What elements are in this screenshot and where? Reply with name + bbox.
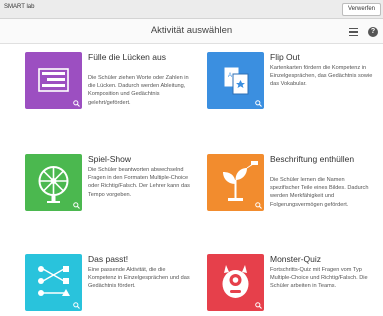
help-icon[interactable]: ?	[368, 27, 378, 37]
game-wheel-icon[interactable]	[25, 154, 82, 211]
matching-icon[interactable]	[25, 254, 82, 311]
labelled-plant-icon[interactable]	[207, 154, 264, 211]
hamburger-menu-icon[interactable]	[349, 28, 358, 38]
activity-card-fill-blanks[interactable]: Fülle die Lücken aus Die Schüler ziehen …	[25, 52, 195, 144]
activity-description: Kartenkarten fördern die Kompetenz in Ei…	[270, 65, 373, 88]
discard-button[interactable]: Verwerfen	[341, 3, 381, 16]
activity-grid: Fülle die Lücken aus Die Schüler ziehen …	[0, 44, 383, 311]
zoom-icon[interactable]	[255, 100, 262, 107]
activity-title: Spiel-Show	[88, 154, 131, 164]
activity-description: Die Schüler beantworten abwechselnd Frag…	[88, 167, 190, 198]
zoom-icon[interactable]	[255, 302, 262, 309]
fill-blanks-icon[interactable]	[25, 52, 82, 109]
activity-description: Die Schüler lernen die Namen spezifische…	[270, 177, 369, 208]
app-name: SMART lab	[4, 4, 35, 10]
activity-description: Eine passende Aktivität, die die Kompete…	[88, 267, 190, 290]
activity-description: Fortschritts-Quiz mit Fragen vom Typ Mul…	[270, 267, 368, 290]
activity-title: Beschriftung enthüllen	[270, 154, 355, 164]
zoom-icon[interactable]	[255, 202, 262, 209]
activity-title: Monster-Quiz	[270, 254, 322, 264]
activity-card-label-reveal[interactable]: Beschriftung enthüllen Die Schüler lerne…	[207, 154, 377, 244]
activity-title: Fülle die Lücken aus	[88, 52, 166, 62]
zoom-icon[interactable]	[73, 100, 80, 107]
activity-description: Die Schüler ziehen Worte oder Zahlen in …	[88, 75, 189, 106]
flashcards-icon[interactable]: A	[207, 52, 264, 109]
activity-title: Flip Out	[270, 52, 300, 62]
activity-card-game-show[interactable]: Spiel-Show Die Schüler beantworten abwec…	[25, 154, 195, 244]
zoom-icon[interactable]	[73, 302, 80, 309]
activity-title: Das passt!	[88, 254, 129, 264]
svg-text:A: A	[228, 73, 232, 79]
activity-card-flip-out[interactable]: A Flip Out Kartenkarten fördern die Komp…	[207, 52, 377, 144]
zoom-icon[interactable]	[73, 202, 80, 209]
monster-icon[interactable]	[207, 254, 264, 311]
activity-card-matching[interactable]: Das passt! Eine passende Aktivität, die …	[25, 254, 195, 311]
page-header: Aktivität auswählen ?	[0, 19, 383, 44]
page-title: Aktivität auswählen	[150, 25, 233, 36]
title-bar: SMART lab Verwerfen	[0, 0, 383, 19]
activity-card-monster-quiz[interactable]: Monster-Quiz Fortschritts-Quiz mit Frage…	[207, 254, 377, 311]
